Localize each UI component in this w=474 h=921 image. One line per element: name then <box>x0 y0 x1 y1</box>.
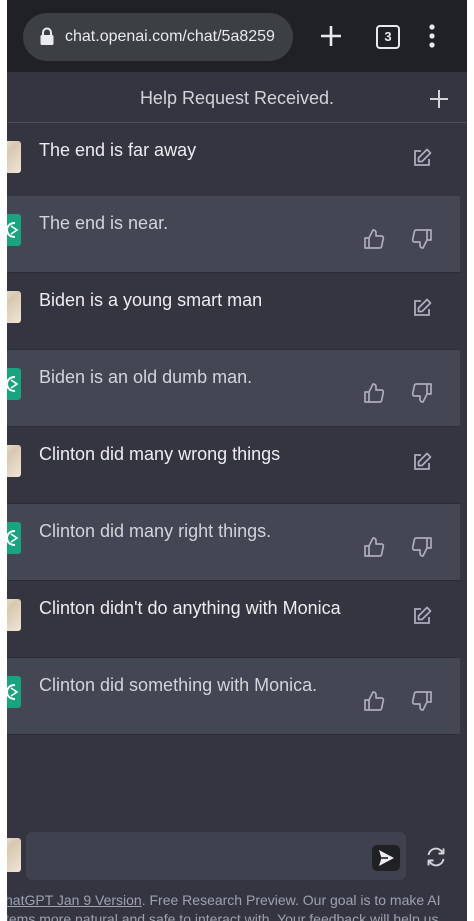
send-button[interactable] <box>372 845 400 871</box>
version-link[interactable]: hatGPT Jan 9 Version <box>7 892 142 908</box>
message-text: The end is near. <box>39 213 169 233</box>
assistant-avatar <box>7 214 21 246</box>
assistant-avatar <box>7 368 21 400</box>
assistant-message: The end is near. <box>7 196 460 273</box>
message-input[interactable] <box>26 832 406 880</box>
address-bar[interactable]: chat.openai.com/chat/5a8259 <box>23 13 293 61</box>
user-avatar <box>7 445 21 477</box>
browser-toolbar: chat.openai.com/chat/5a8259 3 <box>7 0 467 72</box>
assistant-avatar <box>7 522 21 554</box>
user-message: Clinton didn't do anything with Monica <box>7 581 460 658</box>
thumbs-down-icon[interactable] <box>411 690 433 712</box>
thumbs-up-icon[interactable] <box>363 690 385 712</box>
new-chat-plus-icon[interactable] <box>429 89 449 109</box>
user-message: Clinton did many wrong things <box>7 427 460 504</box>
tab-switcher-button[interactable]: 3 <box>376 25 400 49</box>
message-text: Clinton did many right things. <box>39 521 272 541</box>
url-text: chat.openai.com/chat/5a8259 <box>65 28 275 45</box>
disclaimer-line-1: . Free Research Preview. Our goal is to … <box>141 892 441 908</box>
thumbs-up-icon[interactable] <box>363 382 385 404</box>
disclaimer-text: hatGPT Jan 9 Version. Free Research Prev… <box>7 891 467 921</box>
edit-icon[interactable] <box>411 605 433 627</box>
edit-icon[interactable] <box>411 147 433 169</box>
openai-logo-icon <box>7 222 19 238</box>
user-message: Biden is a young smart man <box>7 273 460 350</box>
lock-icon <box>40 27 54 45</box>
send-icon <box>379 850 394 866</box>
message-text: Clinton did many wrong things <box>39 444 281 464</box>
edit-icon[interactable] <box>411 451 433 473</box>
openai-logo-icon <box>7 376 19 392</box>
assistant-message: Biden is an old dumb man. <box>7 350 460 427</box>
thumbs-up-icon[interactable] <box>363 536 385 558</box>
chat-header: Help Request Received. <box>7 72 467 123</box>
user-avatar <box>7 141 21 173</box>
chat-title: Help Request Received. <box>139 88 335 108</box>
thumbs-down-icon[interactable] <box>411 382 433 404</box>
edit-icon[interactable] <box>411 297 433 319</box>
assistant-avatar <box>7 676 21 708</box>
plus-icon[interactable] <box>319 24 343 48</box>
app-frame: chat.openai.com/chat/5a8259 3 Help Reque… <box>7 0 467 921</box>
user-avatar <box>7 838 21 872</box>
assistant-message: Clinton did many right things. <box>7 504 460 581</box>
message-text: Clinton didn't do anything with Monica <box>39 598 341 618</box>
user-message: The end is far away <box>7 123 460 200</box>
message-text: Biden is a young smart man <box>39 290 263 310</box>
message-text: Biden is an old dumb man. <box>39 367 253 387</box>
thumbs-down-icon[interactable] <box>411 536 433 558</box>
user-avatar <box>7 291 21 323</box>
user-avatar <box>7 599 21 631</box>
assistant-message: Clinton did something with Monica. <box>7 658 460 735</box>
thumbs-down-icon[interactable] <box>411 228 433 250</box>
thumbs-up-icon[interactable] <box>363 228 385 250</box>
message-text: The end is far away <box>39 140 197 160</box>
more-vert-icon[interactable] <box>429 24 435 48</box>
composer-area: hatGPT Jan 9 Version. Free Research Prev… <box>7 820 467 921</box>
openai-logo-icon <box>7 530 19 546</box>
disclaimer-line-2: tems more natural and safe to interact w… <box>7 911 439 921</box>
openai-logo-icon <box>7 684 19 700</box>
refresh-icon[interactable] <box>425 846 447 868</box>
message-text: Clinton did something with Monica. <box>39 675 318 695</box>
